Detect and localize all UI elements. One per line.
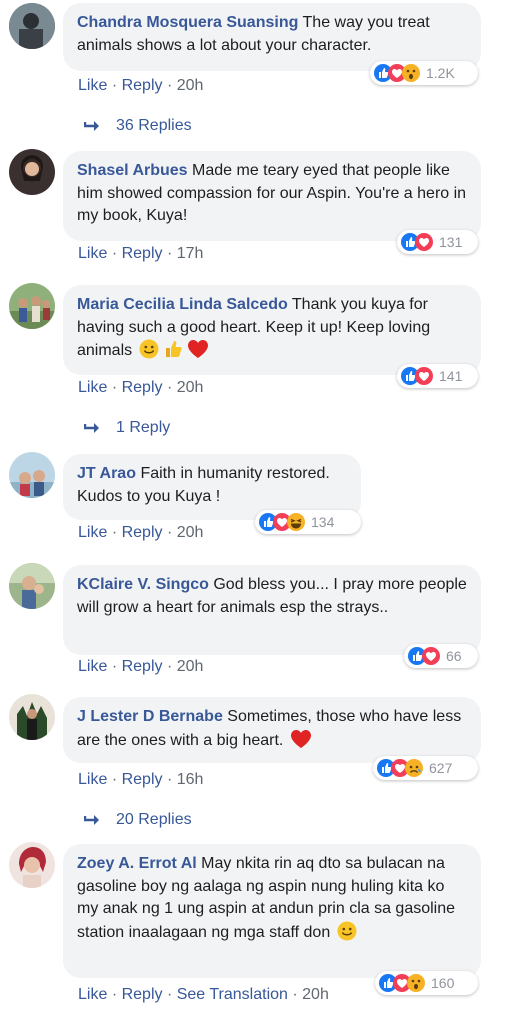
comment-actions: Like · Reply · 17h xyxy=(78,245,204,262)
reaction-summary[interactable]: 66 xyxy=(404,644,478,668)
reply-link[interactable]: Reply xyxy=(122,77,163,94)
comment-author[interactable]: Maria Cecilia Linda Salcedo xyxy=(77,296,288,313)
love-icon xyxy=(415,367,433,385)
timestamp[interactable]: 20h xyxy=(177,77,204,94)
comment-bubble: Shasel Arbues Made me teary eyed that pe… xyxy=(63,151,481,241)
reaction-count: 141 xyxy=(439,368,463,384)
reply-link[interactable]: Reply xyxy=(122,524,163,541)
thumbs-up-emoji-icon xyxy=(165,341,182,357)
wow-icon xyxy=(407,974,425,992)
replies-count[interactable]: 20 Replies xyxy=(116,811,192,829)
love-icon xyxy=(415,233,433,251)
reply-arrow-icon xyxy=(84,423,99,433)
timestamp[interactable]: 20h xyxy=(177,658,204,675)
view-replies[interactable]: 1 Reply xyxy=(84,419,170,437)
avatar[interactable] xyxy=(9,283,55,329)
comment-bubble: J Lester D Bernabe Sometimes, those who … xyxy=(63,697,481,763)
view-replies[interactable]: 20 Replies xyxy=(84,811,192,829)
comment-author[interactable]: J Lester D Bernabe xyxy=(77,708,223,725)
see-translation-link[interactable]: See Translation xyxy=(177,986,288,1003)
timestamp[interactable]: 20h xyxy=(177,379,204,396)
reaction-count: 66 xyxy=(446,648,462,664)
timestamp[interactable]: 17h xyxy=(177,245,204,262)
comment-bubble: Zoey A. Errot Al May nkita rin aq dto sa… xyxy=(63,844,481,978)
reaction-summary[interactable]: 627 xyxy=(373,756,478,780)
comment-actions: Like · Reply · See Translation · 20h xyxy=(78,986,329,1003)
like-link[interactable]: Like xyxy=(78,771,107,788)
reply-link[interactable]: Reply xyxy=(122,245,163,262)
reply-link[interactable]: Reply xyxy=(122,379,163,396)
view-replies[interactable]: 36 Replies xyxy=(84,117,192,135)
comment-actions: Like · Reply · 20h xyxy=(78,658,204,675)
timestamp[interactable]: 16h xyxy=(177,771,204,788)
comment-author[interactable]: Chandra Mosquera Suansing xyxy=(77,14,298,31)
replies-count[interactable]: 36 Replies xyxy=(116,117,192,135)
reaction-count: 160 xyxy=(431,975,455,991)
avatar[interactable] xyxy=(9,563,55,609)
comment-author[interactable]: KClaire V. Singco xyxy=(77,576,209,593)
reply-link[interactable]: Reply xyxy=(122,986,163,1003)
like-link[interactable]: Like xyxy=(78,245,107,262)
like-link[interactable]: Like xyxy=(78,524,107,541)
comment-actions: Like · Reply · 16h xyxy=(78,771,204,788)
reply-link[interactable]: Reply xyxy=(122,658,163,675)
avatar[interactable] xyxy=(9,149,55,195)
comment-author[interactable]: Zoey A. Errot Al xyxy=(77,855,197,872)
sad-icon xyxy=(405,759,423,777)
comment-actions: Like · Reply · 20h xyxy=(78,379,204,396)
timestamp[interactable]: 20h xyxy=(177,524,204,541)
haha-icon xyxy=(287,513,305,531)
comment-author[interactable]: JT Arao xyxy=(77,465,136,482)
like-link[interactable]: Like xyxy=(78,379,107,396)
smile-emoji-icon xyxy=(337,921,357,940)
like-link[interactable]: Like xyxy=(78,77,107,94)
reply-arrow-icon xyxy=(84,815,99,825)
like-link[interactable]: Like xyxy=(78,658,107,675)
comment-actions: Like · Reply · 20h xyxy=(78,77,204,94)
reaction-summary[interactable]: 131 xyxy=(397,230,478,254)
reaction-summary[interactable]: 141 xyxy=(397,364,478,388)
reply-arrow-icon xyxy=(84,121,99,131)
reply-link[interactable]: Reply xyxy=(122,771,163,788)
red-heart-emoji-icon xyxy=(187,340,208,358)
love-icon xyxy=(422,647,440,665)
avatar[interactable] xyxy=(9,3,55,49)
wow-icon xyxy=(402,64,420,82)
reaction-count: 1.2K xyxy=(426,65,455,81)
reaction-summary[interactable]: 1.2K xyxy=(370,61,478,85)
reaction-count: 134 xyxy=(311,514,335,530)
comment-bubble: Maria Cecilia Linda Salcedo Thank you ku… xyxy=(63,285,481,375)
avatar[interactable] xyxy=(9,694,55,740)
timestamp[interactable]: 20h xyxy=(302,986,329,1003)
comment-actions: Like · Reply · 20h xyxy=(78,524,204,541)
red-heart-emoji-icon xyxy=(290,729,311,748)
reaction-summary[interactable]: 134 xyxy=(255,510,361,534)
like-link[interactable]: Like xyxy=(78,986,107,1003)
reaction-count: 131 xyxy=(439,234,463,250)
comment-author[interactable]: Shasel Arbues xyxy=(77,162,188,179)
reaction-summary[interactable]: 160 xyxy=(375,971,478,995)
replies-count[interactable]: 1 Reply xyxy=(116,419,170,437)
avatar[interactable] xyxy=(9,842,55,888)
smile-emoji-icon xyxy=(139,339,159,359)
reaction-count: 627 xyxy=(429,760,453,776)
avatar[interactable] xyxy=(9,452,55,498)
comment-bubble: KClaire V. Singco God bless you... I pra… xyxy=(63,565,481,655)
